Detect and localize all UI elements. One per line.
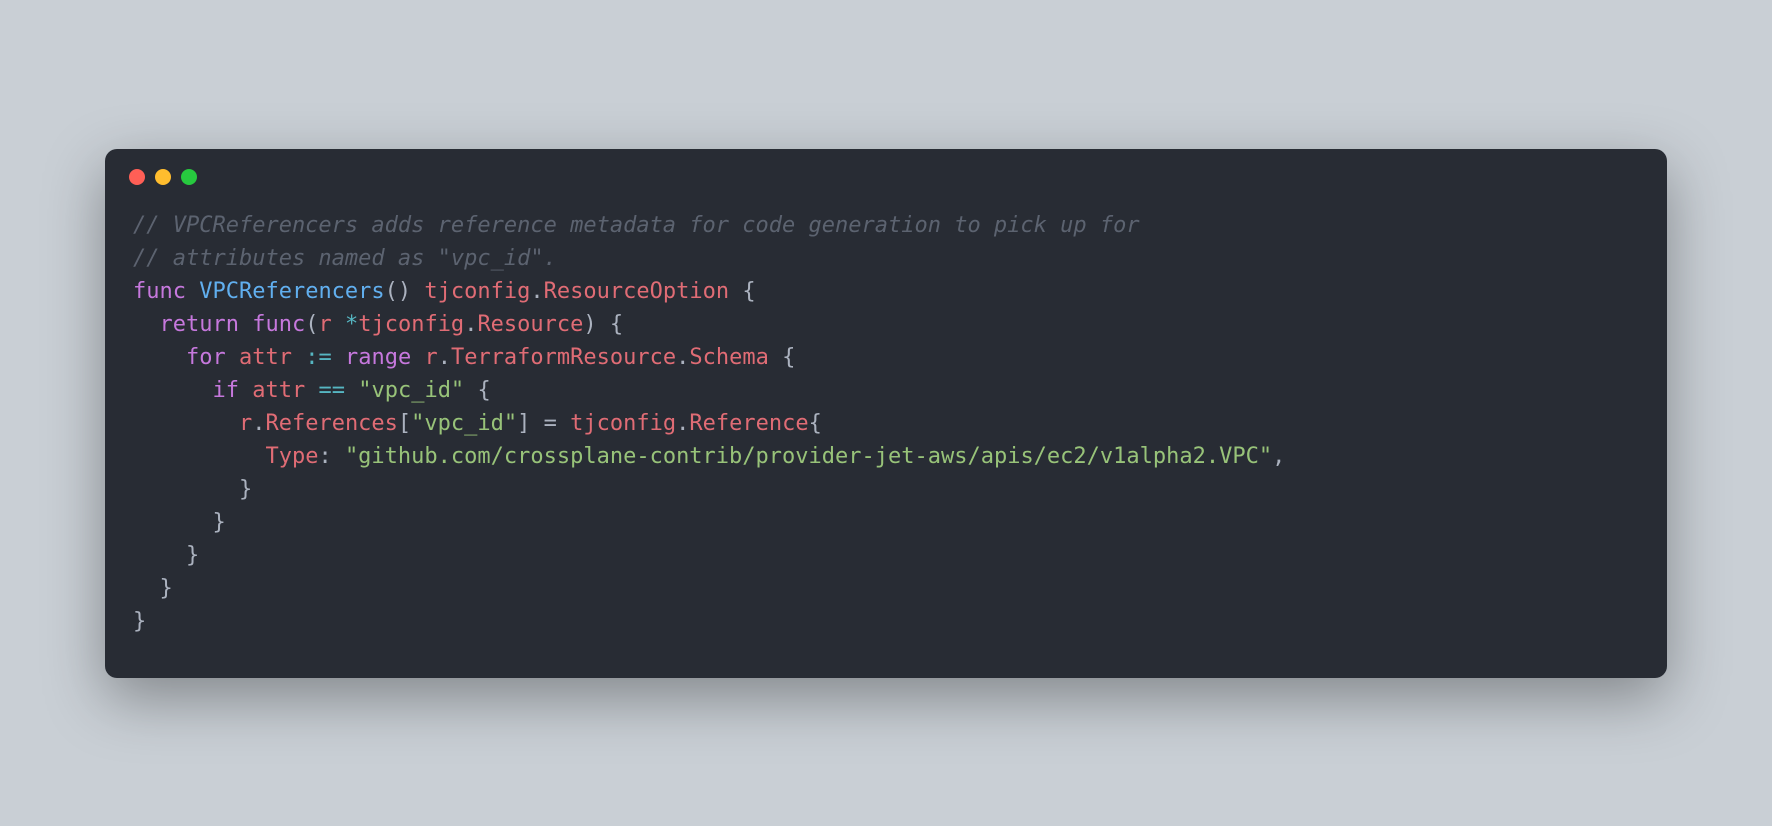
code-string: "vpc_id" xyxy=(411,411,517,436)
code-punc: } xyxy=(160,576,173,601)
code-punc: { xyxy=(742,279,755,304)
code-type: ResourceOption xyxy=(544,279,729,304)
code-punc: . xyxy=(252,411,265,436)
code-indent xyxy=(133,477,239,502)
close-icon[interactable] xyxy=(129,169,145,185)
code-window: // VPCReferencers adds reference metadat… xyxy=(105,149,1667,678)
code-ident: r xyxy=(239,411,252,436)
code-punc: . xyxy=(676,345,689,370)
code-prop: TerraformResource xyxy=(451,345,676,370)
code-ident: attr xyxy=(252,378,305,403)
code-punc: { xyxy=(610,312,623,337)
code-keyword: return xyxy=(160,312,239,337)
code-op: * xyxy=(345,312,358,337)
code-op: = xyxy=(544,411,557,436)
code-keyword: range xyxy=(345,345,411,370)
code-ident: tjconfig xyxy=(424,279,530,304)
code-ident: r xyxy=(424,345,437,370)
code-op: == xyxy=(318,378,345,403)
code-punc: . xyxy=(464,312,477,337)
code-indent xyxy=(133,576,160,601)
code-indent xyxy=(133,312,160,337)
code-punc: { xyxy=(809,411,822,436)
window-titlebar xyxy=(105,149,1667,185)
code-indent xyxy=(133,543,186,568)
code-punc: , xyxy=(1272,444,1285,469)
code-punc: ] xyxy=(517,411,530,436)
code-punc: } xyxy=(212,510,225,535)
code-comment: // VPCReferencers adds reference metadat… xyxy=(133,213,1140,238)
code-type: Reference xyxy=(689,411,808,436)
code-punc: ) xyxy=(398,279,411,304)
code-prop: References xyxy=(265,411,397,436)
code-punc: } xyxy=(239,477,252,502)
code-func-name: VPCReferencers xyxy=(199,279,384,304)
code-prop: Type xyxy=(265,444,318,469)
code-punc: ( xyxy=(305,312,318,337)
code-indent xyxy=(133,345,186,370)
code-punc: ( xyxy=(385,279,398,304)
code-punc: . xyxy=(438,345,451,370)
code-keyword: func xyxy=(252,312,305,337)
code-indent xyxy=(133,411,239,436)
code-punc: [ xyxy=(398,411,411,436)
code-string: "github.com/crossplane-contrib/provider-… xyxy=(345,444,1272,469)
code-keyword: func xyxy=(133,279,186,304)
code-punc: . xyxy=(676,411,689,436)
code-punc: . xyxy=(530,279,543,304)
code-op: := xyxy=(305,345,332,370)
code-punc: { xyxy=(477,378,490,403)
code-ident: tjconfig xyxy=(358,312,464,337)
code-comment: // attributes named as "vpc_id". xyxy=(133,246,557,271)
code-indent xyxy=(133,444,265,469)
code-type: Resource xyxy=(477,312,583,337)
code-string: "vpc_id" xyxy=(358,378,464,403)
code-punc: } xyxy=(186,543,199,568)
code-keyword: for xyxy=(186,345,226,370)
code-punc: { xyxy=(782,345,795,370)
code-block: // VPCReferencers adds reference metadat… xyxy=(105,185,1667,678)
maximize-icon[interactable] xyxy=(181,169,197,185)
code-ident: attr xyxy=(239,345,292,370)
minimize-icon[interactable] xyxy=(155,169,171,185)
code-indent xyxy=(133,378,212,403)
code-ident: r xyxy=(318,312,331,337)
code-prop: Schema xyxy=(689,345,768,370)
code-punc: } xyxy=(133,609,146,634)
code-indent xyxy=(133,510,212,535)
code-punc: : xyxy=(318,444,331,469)
code-punc: ) xyxy=(583,312,596,337)
code-keyword: if xyxy=(212,378,239,403)
code-ident: tjconfig xyxy=(570,411,676,436)
